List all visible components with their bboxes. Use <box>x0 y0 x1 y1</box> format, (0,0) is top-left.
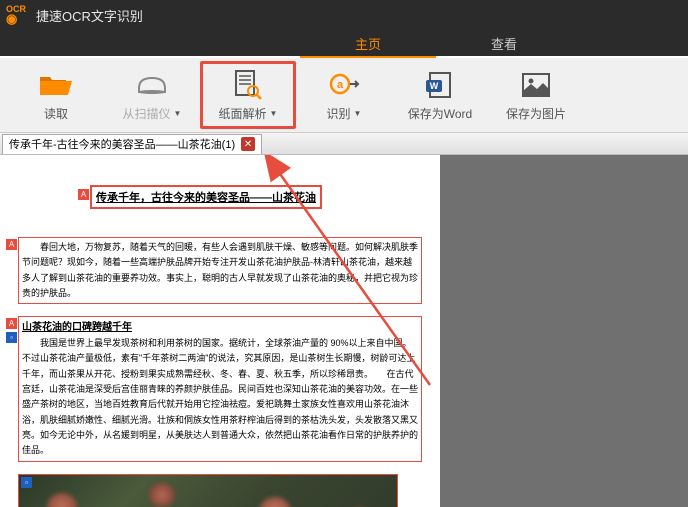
read-button[interactable]: 读取 <box>8 61 104 129</box>
tabs-bar: 传承千年-古往今来的美容圣品——山茶花油(1) ✕ <box>0 133 688 155</box>
text-marker-icon: A <box>6 318 17 329</box>
menu-view[interactable]: 查看 <box>436 30 572 56</box>
svg-text:W: W <box>430 81 439 91</box>
image-region[interactable]: ▫ <box>18 474 398 507</box>
scanner-icon <box>135 69 169 101</box>
app-title: 捷速OCR文字识别 <box>36 6 143 25</box>
chevron-down-icon: ▼ <box>174 109 182 118</box>
document-tab[interactable]: 传承千年-古往今来的美容圣品——山茶花油(1) ✕ <box>2 134 262 154</box>
title-bar: OCR ◉ 捷速OCR文字识别 <box>0 0 688 30</box>
toolbar: 读取 从扫描仪▼ 纸面解析▼ a 识别▼ W 保存为Word 保存为图片 <box>0 58 688 133</box>
layout-button[interactable]: 纸面解析▼ <box>200 61 296 129</box>
scanner-button[interactable]: 从扫描仪▼ <box>104 61 200 129</box>
document-search-icon <box>233 69 263 101</box>
preview-panel <box>440 155 688 507</box>
app-logo: OCR ◉ <box>6 5 26 25</box>
chevron-down-icon: ▼ <box>354 109 362 118</box>
paragraph-text: 春回大地，万物复苏，随着天气的回暖，有些人会遇到肌肤干燥、敏感等问题。如何解决肌… <box>22 242 418 298</box>
chevron-down-icon: ▼ <box>270 109 278 118</box>
paragraph-region-2[interactable]: A ▫ 山茶花油的口碑跨越千年 我国是世界上最早发现茶树和利用茶树的国家。据统计… <box>18 316 422 461</box>
menu-bar: 主页 查看 <box>0 30 688 56</box>
paragraph-text: 我国是世界上最早发现茶树和利用茶树的国家。据统计，全球茶油产量的 90%以上来自… <box>22 338 418 455</box>
subheading: 山茶花油的口碑跨越千年 <box>22 322 132 333</box>
recognize-icon: a <box>328 69 360 101</box>
text-marker-icon: A <box>78 189 89 200</box>
doc-title: 传承千年，古往今来的美容圣品——山茶花油 <box>96 192 316 204</box>
image-icon <box>520 69 552 101</box>
image-marker-icon: ▫ <box>21 477 32 488</box>
recognize-button[interactable]: a 识别▼ <box>296 61 392 129</box>
workspace: A 传承千年，古往今来的美容圣品——山茶花油 A 春回大地，万物复苏，随着天气的… <box>0 155 688 507</box>
save-word-button[interactable]: W 保存为Word <box>392 61 488 129</box>
folder-open-icon <box>38 69 74 101</box>
embedded-image <box>19 475 397 507</box>
tab-title: 传承千年-古往今来的美容圣品——山茶花油(1) <box>9 136 235 152</box>
text-marker-icon: A <box>6 239 17 250</box>
close-icon[interactable]: ✕ <box>241 137 255 151</box>
menu-home[interactable]: 主页 <box>300 30 436 56</box>
save-image-button[interactable]: 保存为图片 <box>488 61 584 129</box>
paragraph-region-1[interactable]: A 春回大地，万物复苏，随着天气的回暖，有些人会遇到肌肤干燥、敏感等问题。如何解… <box>18 237 422 304</box>
svg-text:a: a <box>337 79 344 91</box>
doc-title-region[interactable]: A 传承千年，古往今来的美容圣品——山茶花油 <box>90 185 322 209</box>
image-marker-icon: ▫ <box>6 332 17 343</box>
word-icon: W <box>424 69 456 101</box>
document-area: A 传承千年，古往今来的美容圣品——山茶花油 A 春回大地，万物复苏，随着天气的… <box>0 155 440 507</box>
